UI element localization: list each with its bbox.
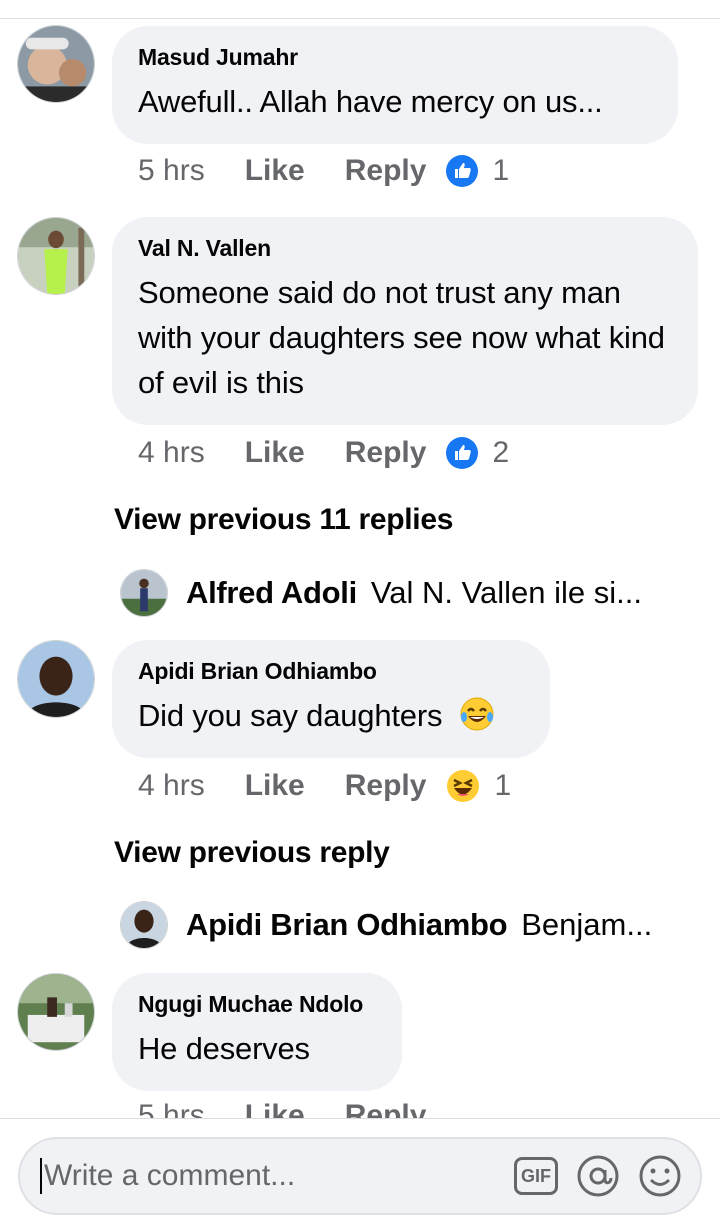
comment-time[interactable]: 5 hrs	[138, 1099, 205, 1118]
avatar[interactable]	[17, 217, 95, 295]
comment-actions: 4 hrs Like Reply 1	[138, 766, 511, 806]
avatar[interactable]	[120, 901, 168, 949]
reaction-summary[interactable]: 2	[446, 436, 509, 470]
reply-preview-author[interactable]: Apidi Brian Odhiambo	[186, 907, 508, 943]
comment-time[interactable]: 4 hrs	[138, 769, 205, 803]
comment-time[interactable]: 5 hrs	[138, 154, 205, 188]
like-button[interactable]: Like	[245, 1099, 305, 1118]
reaction-summary[interactable]: 1	[446, 769, 511, 803]
reply-preview[interactable]: Apidi Brian Odhiambo Benjam...	[120, 900, 680, 950]
comment-text-content: Did you say daughters	[138, 698, 443, 733]
gif-icon[interactable]: GIF	[514, 1157, 558, 1195]
view-previous-replies[interactable]: View previous reply	[114, 836, 390, 870]
avatar[interactable]	[17, 25, 95, 103]
like-icon	[446, 155, 479, 187]
comment-time[interactable]: 4 hrs	[138, 436, 205, 470]
comment-actions: 5 hrs Like Reply	[138, 1096, 466, 1118]
comment-author[interactable]: Apidi Brian Odhiambo	[138, 658, 524, 685]
top-divider	[0, 18, 720, 19]
avatar[interactable]	[17, 973, 95, 1051]
composer-icons: GIF	[514, 1154, 682, 1198]
comment-bubble[interactable]: Masud Jumahr Awefull.. Allah have mercy …	[112, 26, 678, 144]
like-button[interactable]: Like	[245, 769, 305, 803]
text-cursor	[40, 1158, 42, 1194]
reaction-count: 2	[492, 436, 510, 469]
reply-button[interactable]: Reply	[345, 436, 427, 470]
reaction-summary[interactable]: 1	[446, 154, 509, 188]
reply-preview-text: Benjam...	[521, 907, 653, 942]
comment-author[interactable]: Ngugi Muchae Ndolo	[138, 991, 376, 1018]
avatar[interactable]	[120, 569, 168, 617]
reply-button[interactable]: Reply	[345, 769, 427, 803]
comment-text: Someone said do not trust any man with y…	[138, 275, 665, 400]
comment-text: Did you say daughters	[138, 693, 524, 738]
comment-author[interactable]: Val N. Vallen	[138, 235, 672, 262]
reply-button[interactable]: Reply	[345, 1099, 427, 1118]
reply-preview-author[interactable]: Alfred Adoli	[186, 575, 357, 611]
emoji-icon[interactable]	[638, 1154, 682, 1198]
comment-actions: 4 hrs Like Reply 2	[138, 433, 509, 473]
reply-preview-text: Val N. Vallen ile si...	[370, 575, 642, 610]
partially-hidden-actions: 5 hrs Like Reply	[0, 1090, 720, 1118]
comment-author[interactable]: Masud Jumahr	[138, 44, 652, 71]
comment-input[interactable]: Write a comment... GIF	[18, 1137, 702, 1215]
reaction-count: 1	[494, 769, 512, 802]
comment-actions: 5 hrs Like Reply 1	[138, 151, 509, 191]
comment-input-placeholder: Write a comment...	[44, 1159, 296, 1192]
comment-text: He deserves	[138, 1031, 310, 1066]
like-icon	[446, 437, 479, 469]
comment-bubble[interactable]: Apidi Brian Odhiambo Did you say daughte…	[112, 640, 550, 758]
like-button[interactable]: Like	[245, 154, 305, 188]
tears-of-joy-emoji-icon	[460, 697, 494, 731]
comment-text: Awefull.. Allah have mercy on us...	[138, 84, 603, 119]
view-previous-replies[interactable]: View previous 11 replies	[114, 503, 453, 537]
comment-bubble[interactable]: Ngugi Muchae Ndolo He deserves	[112, 973, 402, 1091]
reply-button[interactable]: Reply	[345, 154, 427, 188]
reply-preview[interactable]: Alfred Adoli Val N. Vallen ile si...	[120, 568, 680, 618]
comment-bubble[interactable]: Val N. Vallen Someone said do not trust …	[112, 217, 698, 425]
haha-icon	[447, 770, 480, 802]
like-button[interactable]: Like	[245, 436, 305, 470]
reaction-count: 1	[492, 154, 510, 187]
avatar[interactable]	[17, 640, 95, 718]
comment-composer-bar: Write a comment... GIF	[0, 1118, 720, 1231]
mention-icon[interactable]	[576, 1154, 620, 1198]
